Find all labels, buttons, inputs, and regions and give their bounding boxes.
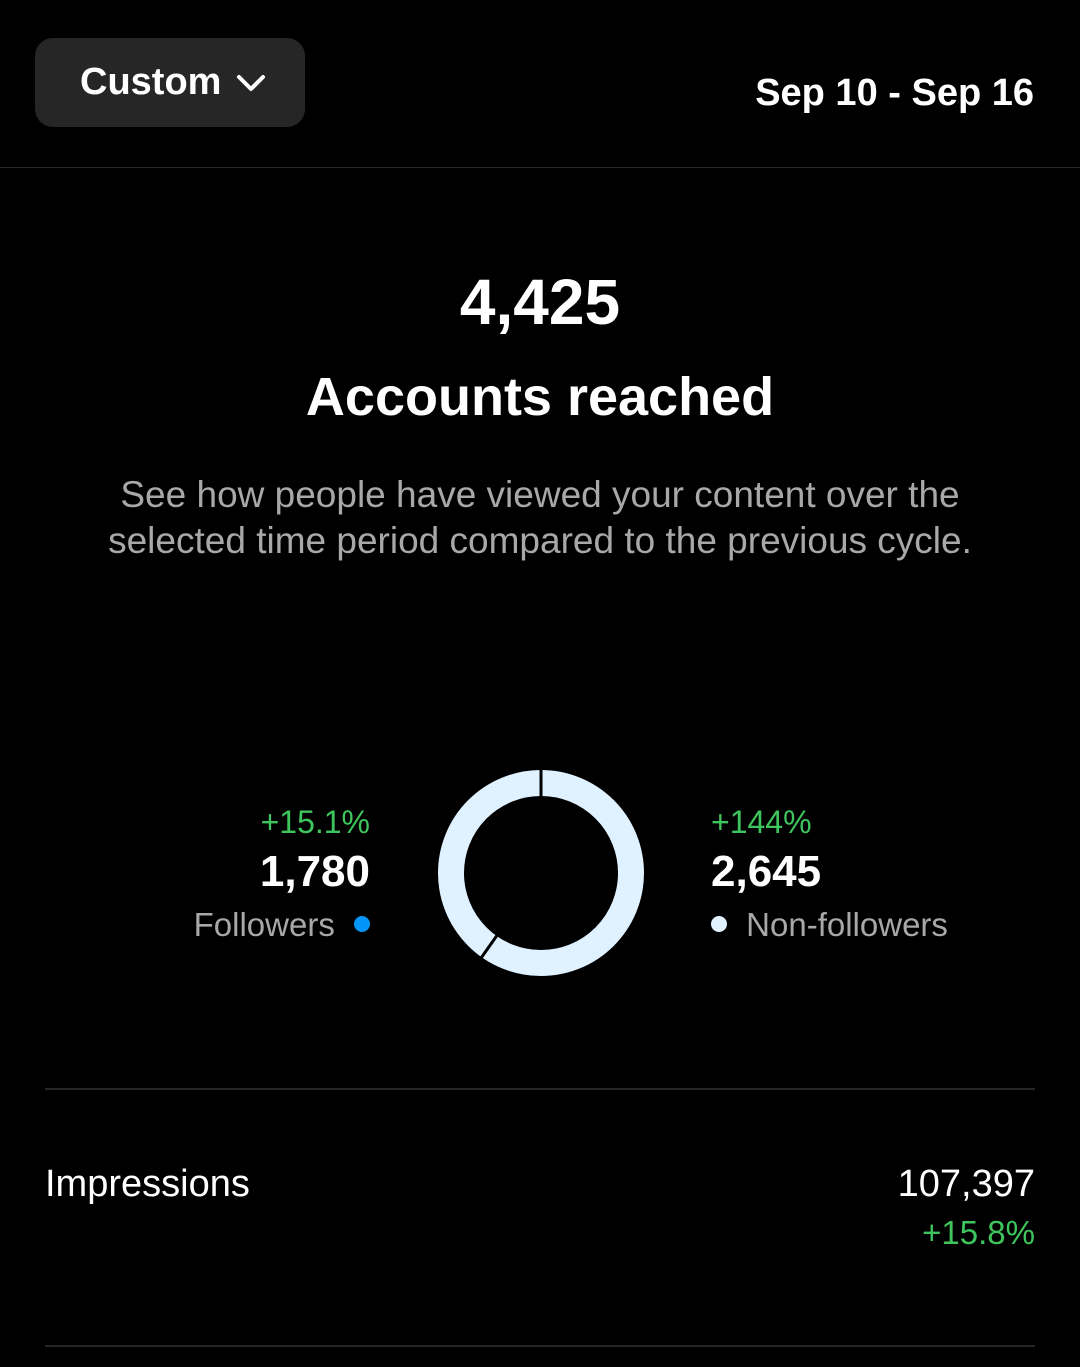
impressions-row[interactable]: Impressions 107,397 +15.8% (45, 1160, 1035, 1260)
divider (45, 1345, 1035, 1347)
impressions-value: 107,397 (897, 1163, 1035, 1205)
accounts-reached-description: See how people have viewed your content … (108, 474, 972, 561)
followers-label: Followers (193, 906, 335, 943)
range-selector-button[interactable]: Custom (35, 38, 305, 127)
chevron-down-icon (237, 74, 266, 91)
non-followers-legend: Non-followers (711, 902, 1011, 948)
accounts-reached-title: Accounts reached (305, 367, 775, 427)
followers-value: 1,780 (259, 847, 370, 896)
followers-delta: +15.1% (260, 804, 370, 840)
non-followers-breakdown: +144% 2,645 Non-followers (711, 802, 1011, 948)
accounts-reached-total: 4,425 (459, 266, 621, 338)
followers-legend: Followers (150, 902, 370, 948)
date-range: Sep 10 - Sep 16 (755, 72, 1034, 114)
followers-donut-chart (438, 769, 644, 976)
non-followers-label: Non-followers (746, 906, 948, 943)
non-followers-legend-dot (711, 916, 727, 933)
divider (45, 1088, 1035, 1090)
non-followers-value: 2,645 (711, 847, 822, 896)
impressions-delta: +15.8% (922, 1214, 1035, 1251)
top-bar: Custom Sep 10 - Sep 16 (0, 0, 1080, 168)
non-followers-delta: +144% (711, 804, 812, 840)
followers-breakdown: +15.1% 1,780 Followers (150, 802, 370, 948)
range-selector-label: Custom (80, 61, 222, 103)
impressions-label: Impressions (45, 1163, 250, 1205)
followers-legend-dot (354, 916, 370, 933)
non-followers-arc (438, 770, 644, 976)
